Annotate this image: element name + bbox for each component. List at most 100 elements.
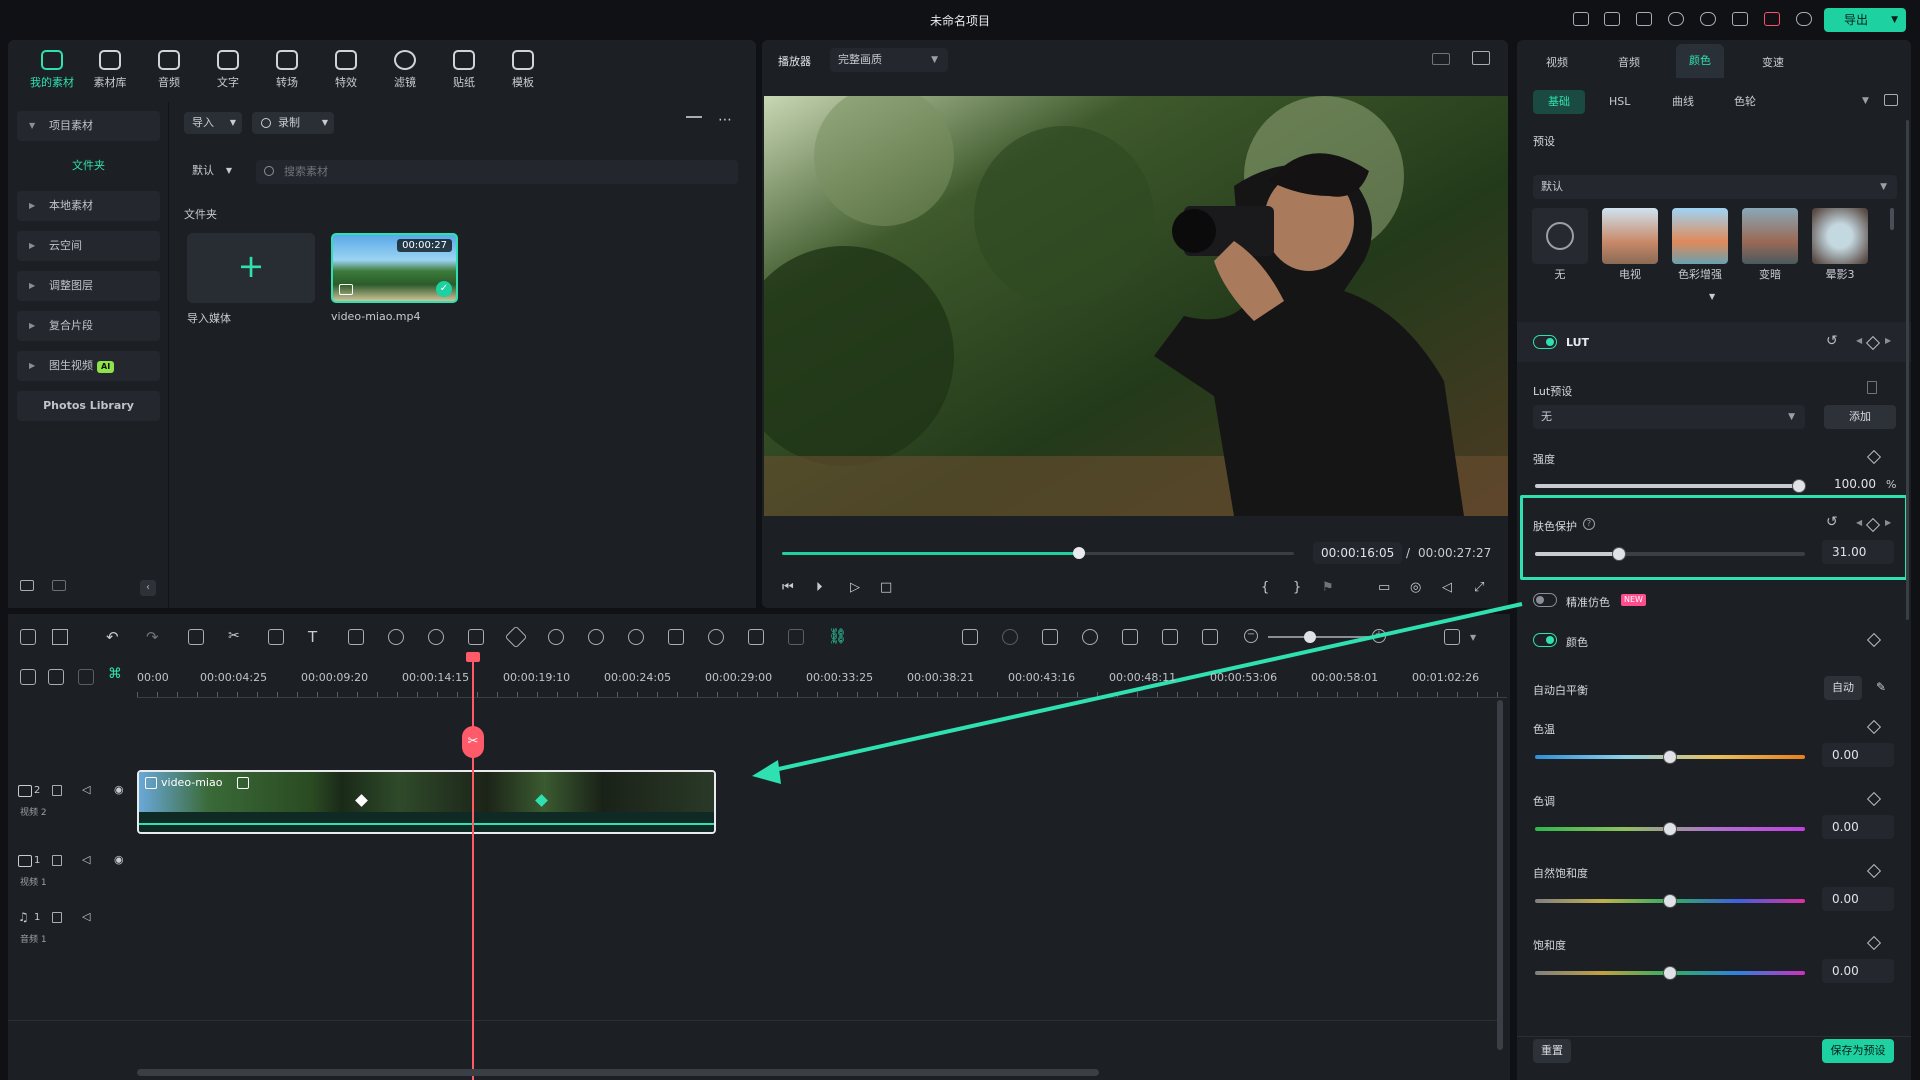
ripple-icon[interactable] bbox=[78, 669, 94, 685]
scrubber-handle[interactable] bbox=[1072, 547, 1085, 559]
split-scissors-icon[interactable]: ✂ bbox=[462, 726, 484, 758]
next-keyframe-icon[interactable]: ▶ bbox=[1885, 518, 1891, 527]
sidebar-item-compound[interactable]: ▶ 复合片段 bbox=[17, 311, 160, 341]
search-input[interactable]: 搜索素材 bbox=[256, 160, 738, 184]
tab-my-media[interactable]: 我的素材 bbox=[24, 50, 80, 90]
record-voice-icon[interactable] bbox=[1002, 629, 1018, 645]
tab-video[interactable]: 视频 bbox=[1546, 54, 1568, 70]
edit-icon[interactable] bbox=[668, 629, 684, 645]
tab-audio-props[interactable]: 音频 bbox=[1618, 54, 1640, 70]
reset-icon[interactable]: ↺ bbox=[1826, 514, 1838, 530]
mask-icon[interactable] bbox=[388, 629, 404, 645]
link-track-icon[interactable] bbox=[48, 669, 64, 685]
prev-keyframe-icon[interactable]: ◀ bbox=[1856, 336, 1862, 345]
tab-audio[interactable]: 音频 bbox=[141, 50, 197, 90]
ai-effects-icon[interactable] bbox=[628, 629, 644, 645]
snap-icon[interactable]: ⌘ bbox=[108, 666, 122, 682]
zoom-slider[interactable] bbox=[1268, 636, 1368, 638]
crop-icon[interactable] bbox=[268, 629, 284, 645]
delete-icon[interactable] bbox=[188, 629, 204, 645]
speaker-icon[interactable]: ◁ bbox=[82, 783, 90, 796]
microphone-icon[interactable] bbox=[1082, 629, 1098, 645]
stop-icon[interactable]: □ bbox=[880, 580, 892, 595]
subtab-curves[interactable]: 曲线 bbox=[1672, 90, 1694, 114]
tab-library[interactable]: 素材库 bbox=[82, 50, 138, 90]
sort-dropdown[interactable]: 默认 ▼ bbox=[184, 160, 236, 182]
chevron-down-icon[interactable]: ▼ bbox=[1862, 96, 1869, 106]
split-icon[interactable]: ✂ bbox=[228, 628, 240, 644]
strength-value[interactable]: 100.00 bbox=[1824, 472, 1888, 496]
redo-icon[interactable]: ↷ bbox=[146, 628, 159, 646]
tab-text[interactable]: 文字 bbox=[200, 50, 256, 90]
eye-icon[interactable]: ◉ bbox=[114, 853, 124, 866]
strength-slider[interactable] bbox=[1535, 484, 1799, 488]
lock-icon[interactable] bbox=[52, 912, 62, 923]
sidebar-item-photos[interactable]: Photos Library bbox=[17, 391, 160, 421]
video-preview[interactable] bbox=[764, 96, 1508, 516]
subtab-basic[interactable]: 基础 bbox=[1533, 90, 1585, 114]
eyedropper-icon[interactable]: ✎ bbox=[1876, 680, 1886, 694]
temperature-handle[interactable] bbox=[1664, 751, 1676, 763]
tab-color[interactable]: 颜色 bbox=[1676, 44, 1724, 78]
timeline-vertical-scrollbar[interactable] bbox=[1497, 700, 1503, 1050]
tab-transition[interactable]: 转场 bbox=[259, 50, 315, 90]
tint-value[interactable]: 0.00 bbox=[1822, 815, 1894, 839]
temperature-value[interactable]: 0.00 bbox=[1822, 743, 1894, 767]
timeline-clip[interactable]: video-miao bbox=[137, 770, 716, 834]
account-icon[interactable] bbox=[1796, 12, 1812, 26]
text-tool-icon[interactable]: T bbox=[308, 628, 317, 646]
saturation-value[interactable]: 0.00 bbox=[1822, 959, 1894, 983]
render-icon[interactable] bbox=[962, 629, 978, 645]
help-icon[interactable]: ? bbox=[1583, 518, 1595, 530]
timer-icon[interactable] bbox=[708, 629, 724, 645]
shape-icon[interactable] bbox=[348, 629, 364, 645]
folder-icon[interactable] bbox=[52, 580, 66, 591]
preset-darken[interactable] bbox=[1742, 208, 1798, 264]
tab-filter[interactable]: 滤镜 bbox=[377, 50, 433, 90]
audio-mix-icon[interactable] bbox=[1122, 629, 1138, 645]
sidebar-item-adjustment[interactable]: ▶ 调整图层 bbox=[17, 271, 160, 301]
record-button[interactable]: 录制 ▼ bbox=[252, 112, 334, 134]
mark-in-icon[interactable]: { bbox=[1261, 580, 1269, 595]
new-folder-icon[interactable] bbox=[20, 580, 34, 591]
saturation-handle[interactable] bbox=[1664, 967, 1676, 979]
stabilize-icon[interactable] bbox=[588, 629, 604, 645]
add-track-icon[interactable] bbox=[20, 669, 36, 685]
cart-icon[interactable] bbox=[1764, 12, 1780, 26]
reset-icon[interactable]: ↺ bbox=[1826, 333, 1838, 349]
preset-color-boost[interactable] bbox=[1672, 208, 1728, 264]
lock-icon[interactable] bbox=[52, 855, 62, 866]
snapshot-view-icon[interactable] bbox=[1472, 51, 1490, 65]
marker-icon[interactable]: ⚑ bbox=[1322, 580, 1334, 595]
add-lut-button[interactable]: 添加 bbox=[1824, 405, 1896, 429]
overlay-icon[interactable] bbox=[788, 629, 804, 645]
pip-icon[interactable] bbox=[1162, 629, 1178, 645]
save-icon[interactable] bbox=[1636, 12, 1652, 26]
trash-icon[interactable] bbox=[1867, 381, 1877, 394]
skin-protection-value[interactable]: 31.00 bbox=[1822, 540, 1894, 564]
apps-icon[interactable] bbox=[1732, 12, 1748, 26]
lut-toggle[interactable] bbox=[1533, 335, 1557, 349]
play-icon[interactable]: ▷ bbox=[850, 580, 860, 595]
preset-dropdown[interactable]: 默认 ▼ bbox=[1533, 175, 1897, 199]
skin-protection-slider[interactable] bbox=[1535, 552, 1805, 556]
shield-icon[interactable] bbox=[1042, 629, 1058, 645]
subtab-color-wheel[interactable]: 色轮 bbox=[1734, 90, 1756, 114]
preset-vignette[interactable] bbox=[1812, 208, 1868, 264]
playhead-handle[interactable] bbox=[466, 652, 480, 662]
playback-scrubber[interactable] bbox=[782, 547, 1294, 559]
tab-effects[interactable]: 特效 bbox=[318, 50, 374, 90]
precise-color-toggle[interactable] bbox=[1533, 593, 1557, 607]
color-toggle[interactable] bbox=[1533, 633, 1557, 647]
next-keyframe-icon[interactable]: ▶ bbox=[1885, 336, 1891, 345]
fullscreen-icon[interactable]: ⤢ bbox=[1474, 580, 1484, 595]
color-match-icon[interactable] bbox=[428, 629, 444, 645]
sidebar-item-image-to-video[interactable]: ▶ 图生视频 AI bbox=[17, 351, 160, 381]
select-tool-icon[interactable] bbox=[52, 629, 68, 645]
layout-grid-icon[interactable] bbox=[20, 629, 36, 645]
skin-protection-handle[interactable] bbox=[1612, 548, 1625, 560]
auto-wb-button[interactable]: 自动 bbox=[1824, 676, 1862, 700]
more-icon[interactable]: ⋯ bbox=[718, 112, 732, 128]
import-media-tile[interactable]: + bbox=[187, 233, 315, 303]
chevron-down-icon[interactable]: ▼ bbox=[1470, 633, 1476, 642]
